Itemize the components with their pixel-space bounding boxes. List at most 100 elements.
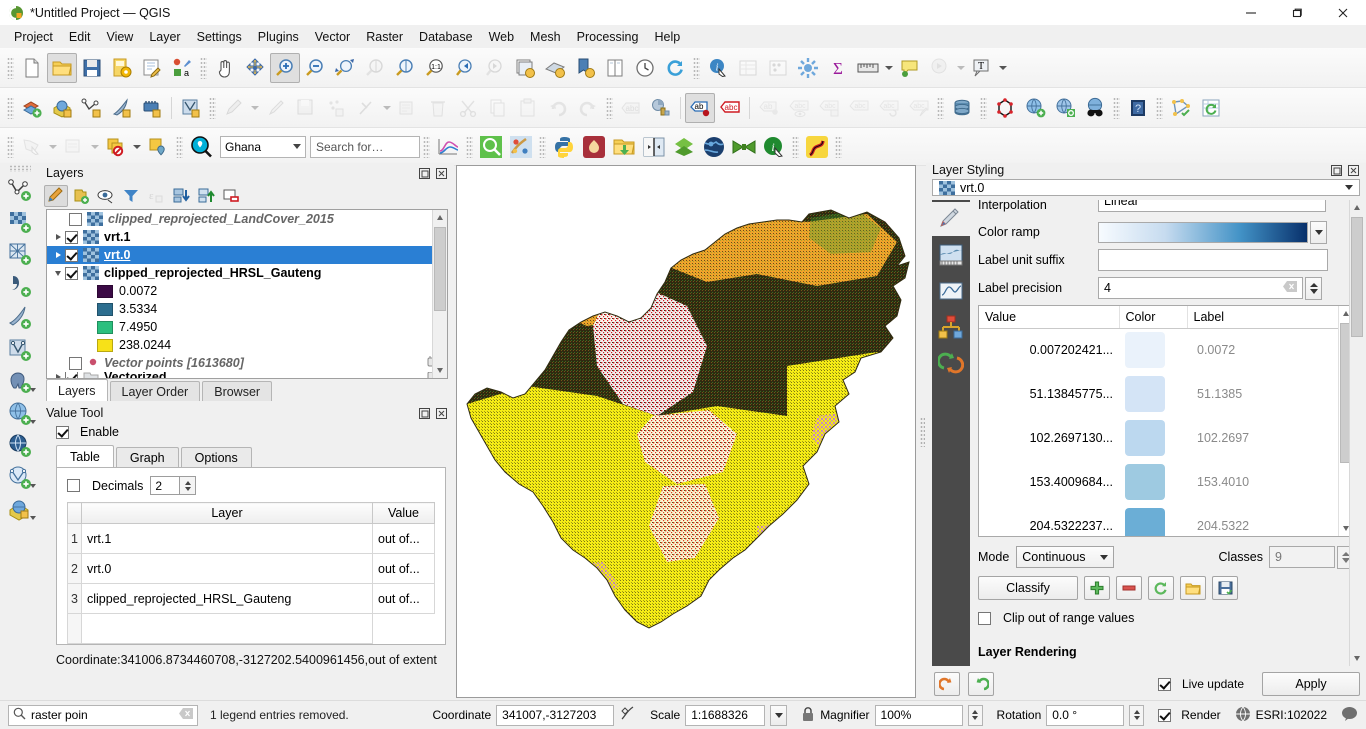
chevron-down-icon[interactable] <box>1345 185 1353 190</box>
label-unit-suffix-input[interactable] <box>1098 249 1328 271</box>
label-edit-icon[interactable]: abc <box>904 93 934 123</box>
toolbar-grip[interactable] <box>466 135 473 158</box>
profile-tool-icon[interactable] <box>433 132 463 162</box>
menu-settings[interactable]: Settings <box>189 27 250 47</box>
class-row[interactable]: 153.4009684... 153.4010 <box>979 460 1353 504</box>
class-row[interactable]: 0.007202421... 0.0072 <box>979 328 1353 372</box>
map-canvas[interactable] <box>456 165 916 698</box>
toolbar-grip[interactable] <box>835 135 842 158</box>
class-row[interactable]: 51.13845775... 51.1385 <box>979 372 1353 416</box>
reload-icon[interactable] <box>1148 576 1174 600</box>
add-postgis-layer-icon[interactable] <box>4 366 36 398</box>
undo-icon[interactable] <box>934 672 960 696</box>
decimals-stepper[interactable] <box>180 476 197 495</box>
change-label-icon[interactable]: abc <box>844 93 874 123</box>
class-color-cell[interactable] <box>1119 328 1187 372</box>
add-class-icon[interactable] <box>1084 576 1110 600</box>
zoom-in-icon[interactable] <box>270 52 300 83</box>
add-arcgis-layer-icon[interactable] <box>4 494 36 526</box>
redo-icon[interactable] <box>968 672 994 696</box>
new-geopackage-layer-icon[interactable] <box>137 93 167 123</box>
rotate-label-icon[interactable]: abc <box>814 93 844 123</box>
toolbar-grip[interactable] <box>980 96 987 119</box>
undock-icon[interactable] <box>418 407 431 420</box>
layer-row-vector-points[interactable]: Vector points [1613680] <box>47 354 447 372</box>
undo-icon[interactable] <box>543 93 573 123</box>
chevron-down-icon[interactable] <box>30 516 36 520</box>
expand-arrow-icon[interactable] <box>51 252 65 258</box>
pan-map-icon[interactable] <box>210 53 240 83</box>
db-manager-icon[interactable] <box>947 93 977 123</box>
layer-visibility-checkbox[interactable] <box>65 230 78 244</box>
close-icon[interactable] <box>1347 164 1360 177</box>
rotation-input[interactable]: 0.0 ° <box>1046 704 1125 726</box>
topology-checker-icon[interactable] <box>1166 93 1196 123</box>
tab-table[interactable]: Table <box>56 445 114 467</box>
menu-layer[interactable]: Layer <box>141 27 188 47</box>
symbology-brush-icon[interactable] <box>932 202 970 236</box>
open-attribute-table-icon[interactable] <box>733 53 763 83</box>
save-project-icon[interactable] <box>77 53 107 83</box>
toolbar-grip[interactable] <box>539 135 546 158</box>
toolbar-grip[interactable] <box>176 135 183 158</box>
text-annotation-dropdown-caret[interactable] <box>997 53 1009 83</box>
layers-tree[interactable]: clipped_reprojected_LandCover_2015 vrt.1 <box>46 209 448 379</box>
messages-icon[interactable] <box>1341 706 1358 724</box>
swipe-tool-icon[interactable] <box>639 132 669 162</box>
layer-row-landcover[interactable]: clipped_reprojected_LandCover_2015 <box>47 210 447 228</box>
rail-grip[interactable] <box>9 165 31 172</box>
class-row[interactable]: 204.5322237... 204.5322 <box>979 504 1353 536</box>
road-icon[interactable] <box>802 132 832 162</box>
new-spatialite-layer-icon[interactable] <box>107 93 137 123</box>
locator-search-input[interactable]: Search for… <box>310 135 420 158</box>
tab-layers[interactable]: Layers <box>46 379 108 401</box>
geometry-checker-icon[interactable] <box>990 93 1020 123</box>
table-row[interactable]: 2 vrt.0 out of... <box>67 553 435 584</box>
cut-features-icon[interactable] <box>453 93 483 123</box>
toolbar-grip[interactable] <box>792 135 799 158</box>
select-expression-dropdown-caret[interactable] <box>131 132 143 162</box>
classes-input[interactable]: 9 <box>1269 546 1335 568</box>
class-color-cell[interactable] <box>1119 416 1187 460</box>
add-wms-layer-icon[interactable] <box>4 398 36 430</box>
projection-combo[interactable]: Ghana <box>220 135 306 158</box>
zoom-to-layer-icon[interactable] <box>390 53 420 83</box>
value-tool-icon[interactable] <box>476 132 506 162</box>
globe-icon[interactable] <box>699 132 729 162</box>
chevron-down-icon[interactable] <box>30 484 36 488</box>
tab-options[interactable]: Options <box>180 447 252 467</box>
scrollbar-thumb[interactable] <box>1351 217 1363 337</box>
chevron-down-icon[interactable] <box>30 388 36 392</box>
menu-edit[interactable]: Edit <box>61 27 99 47</box>
add-web-layer-icon[interactable] <box>1020 93 1050 123</box>
toolbar-grip[interactable] <box>693 56 700 79</box>
enable-checkbox[interactable] <box>56 425 69 439</box>
menu-raster[interactable]: Raster <box>358 27 411 47</box>
qsphere-icon[interactable] <box>579 132 609 162</box>
magnifier-stepper[interactable] <box>967 704 983 726</box>
class-color-cell[interactable] <box>1119 504 1187 536</box>
load-ramp-icon[interactable] <box>1180 576 1206 600</box>
move-label-icon[interactable]: ab <box>754 93 784 123</box>
show-hide-labels-icon[interactable]: abc <box>784 93 814 123</box>
lock-scale-icon[interactable] <box>801 706 815 725</box>
zoom-to-native-icon[interactable]: 1:1 <box>420 53 450 83</box>
menu-web[interactable]: Web <box>481 27 522 47</box>
styling-scrollbar[interactable] <box>1349 200 1364 666</box>
collapse-arrow-icon[interactable] <box>51 270 65 276</box>
expand-arrow-icon[interactable] <box>51 234 65 240</box>
zoom-out-icon[interactable] <box>300 53 330 83</box>
refresh-icon[interactable] <box>660 53 690 83</box>
info-green-icon[interactable]: i <box>759 132 789 162</box>
text-annotation-icon[interactable]: T <box>967 53 997 83</box>
interpolation-combo[interactable]: Linear <box>1098 200 1326 212</box>
table-row[interactable]: 3 clipped_reprojected_HRSL_Gauteng out o… <box>67 583 435 614</box>
undock-icon[interactable] <box>418 167 431 180</box>
qgis-paint-icon[interactable] <box>506 132 536 162</box>
field-calculator-icon[interactable] <box>793 53 823 83</box>
select-location-icon[interactable] <box>143 132 173 162</box>
rotation-stepper[interactable] <box>1129 704 1145 726</box>
scroll-down-button[interactable] <box>433 363 447 378</box>
add-wfs-layer-icon[interactable] <box>4 430 36 462</box>
add-layer-icon[interactable] <box>17 93 47 123</box>
